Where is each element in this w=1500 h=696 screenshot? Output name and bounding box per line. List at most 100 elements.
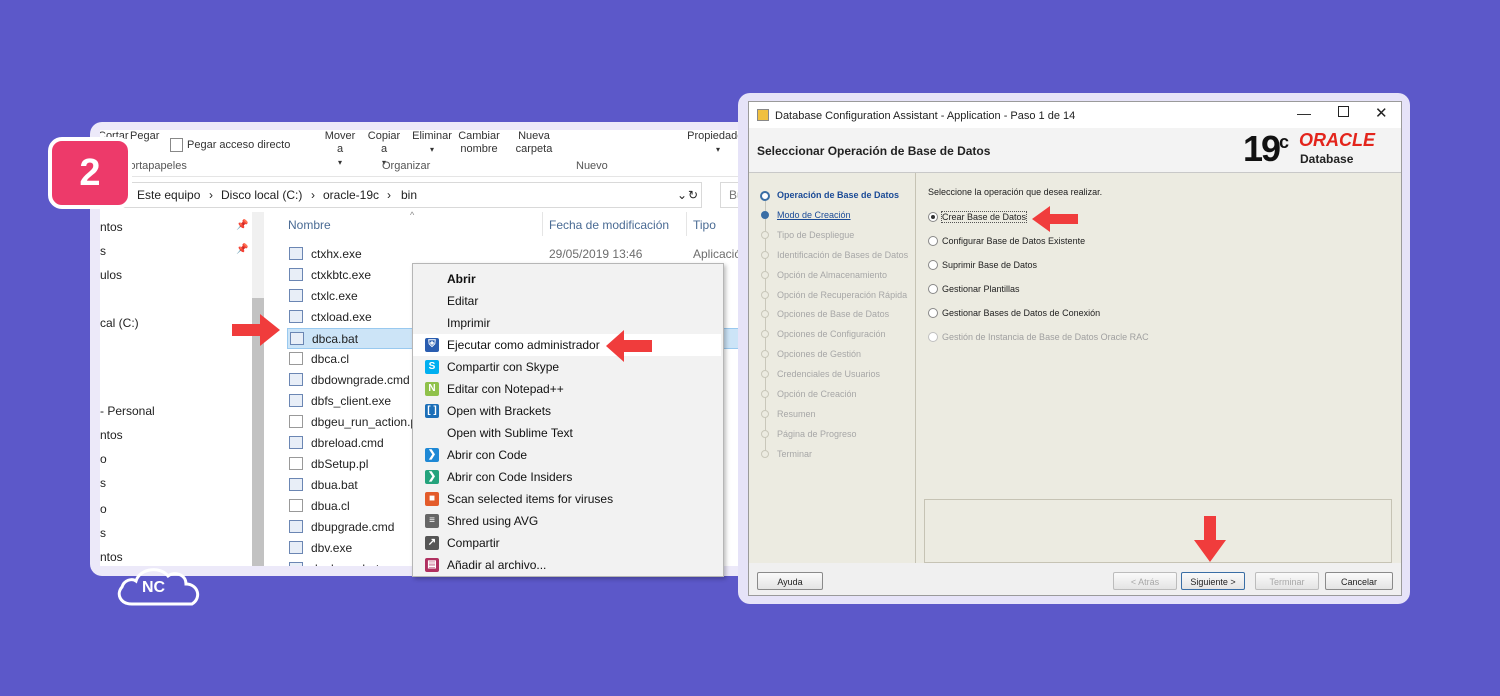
delete-button[interactable]: Eliminar ▾ (412, 130, 452, 156)
context-menu-label: Abrir con Code (447, 448, 528, 462)
maximize-icon[interactable] (1338, 106, 1349, 117)
cloud-logo: NC (114, 562, 204, 610)
radio-button[interactable] (928, 308, 938, 318)
radio-button[interactable] (928, 212, 938, 222)
file-icon (289, 310, 303, 323)
paste-button[interactable]: Pegar (130, 130, 159, 143)
context-menu-item[interactable]: Imprimir (413, 312, 721, 334)
file-date: 29/05/2019 13:46 (549, 247, 643, 261)
vscode-insiders-icon: ❯ (425, 470, 439, 484)
column-header-date[interactable]: Fecha de modificación (549, 218, 669, 232)
nav-item[interactable]: s (100, 244, 106, 258)
context-menu-label: Abrir (447, 272, 476, 286)
nav-item[interactable]: o (100, 452, 107, 466)
arrow-left-icon (1032, 206, 1078, 232)
file-name: dbca.bat (312, 332, 359, 346)
radio-button[interactable] (928, 236, 938, 246)
context-menu-item[interactable]: ⛨ Ejecutar como administrador (413, 334, 721, 356)
context-menu-item[interactable]: ❯ Abrir con Code (413, 444, 721, 466)
chevron-right-icon: › (387, 188, 391, 202)
radio-button[interactable] (928, 332, 938, 342)
rename-button[interactable]: Cambiar nombre (456, 130, 502, 156)
nav-item-local-disk[interactable]: cal (C:) (100, 316, 139, 330)
nav-item[interactable]: ulos (100, 268, 122, 282)
cancel-button[interactable]: Cancelar (1325, 572, 1393, 590)
steps-pane: Operación de Base de Datos Modo de Creaci… (749, 173, 916, 563)
file-name: dbdowngrade.cmd (311, 373, 410, 387)
next-button[interactable]: Siguiente > (1181, 572, 1245, 590)
context-menu-item[interactable]: Abrir (413, 268, 721, 290)
radio-button[interactable] (928, 260, 938, 270)
context-menu-item[interactable]: ≡ Shred using AVG (413, 510, 721, 532)
file-icon (289, 562, 303, 566)
context-menu-item[interactable]: [ ] Open with Brackets (413, 400, 721, 422)
file-name: dbSetup.pl (311, 457, 369, 471)
context-menu-item[interactable]: ↗ Compartir (413, 532, 721, 554)
column-header-type[interactable]: Tipo (693, 218, 716, 232)
close-icon[interactable]: ✕ (1375, 104, 1388, 122)
refresh-icon[interactable]: ↻ (688, 188, 698, 202)
context-menu-label: Compartir con Skype (447, 360, 560, 374)
file-icon (289, 268, 303, 281)
file-row[interactable]: ctxhx.exe 29/05/2019 13:46 Aplicación (287, 244, 748, 265)
chevron-down-icon[interactable]: ⌄ (677, 188, 687, 202)
pin-icon: 📌 (236, 220, 249, 231)
file-icon (289, 478, 303, 491)
brackets-icon: [ ] (425, 404, 439, 418)
sort-up-icon: ^ (410, 210, 415, 220)
move-to-button[interactable]: Mover a ▾ (322, 130, 358, 169)
file-name: ctxhx.exe (311, 247, 362, 261)
title-bar: Database Configuration Assistant - Appli… (749, 102, 1401, 128)
step-marker-icon (761, 370, 769, 379)
step-item: Resumen (777, 408, 816, 419)
nav-item[interactable]: o (100, 502, 107, 516)
context-menu-item[interactable]: ■ Scan selected items for viruses (413, 488, 721, 510)
oracle-logo: ORACLE (1299, 130, 1375, 150)
file-icon (289, 457, 303, 470)
breadcrumb-oracle[interactable]: oracle-19c (323, 188, 379, 202)
context-menu-item[interactable]: S Compartir con Skype (413, 356, 721, 378)
column-header-name[interactable]: Nombre (288, 218, 331, 232)
arrow-left-icon (606, 330, 652, 362)
breadcrumb-this-pc[interactable]: Este equipo (137, 188, 200, 202)
paste-shortcut-button[interactable]: Pegar acceso directo (170, 138, 290, 152)
file-icon (289, 289, 303, 302)
context-menu-item[interactable]: ▤ Añadir al archivo... (413, 554, 721, 576)
breadcrumb-local-disk[interactable]: Disco local (C:) (221, 188, 302, 202)
help-button[interactable]: Ayuda (757, 572, 823, 590)
breadcrumb-bin[interactable]: bin (401, 188, 417, 202)
step-marker-icon (761, 210, 769, 219)
context-menu-item[interactable]: Editar (413, 290, 721, 312)
context-menu-label: Scan selected items for viruses (447, 492, 614, 506)
context-menu-item[interactable]: Open with Sublime Text (413, 422, 721, 444)
file-name: ctxlc.exe (311, 289, 358, 303)
step-item: Opciones de Gestión (777, 349, 862, 360)
step-item: Opciones de Configuración (777, 329, 886, 340)
new-folder-button[interactable]: Nueva carpeta (514, 130, 554, 156)
step-marker-icon (761, 449, 769, 458)
step-item[interactable]: Modo de Creación (777, 210, 851, 220)
oracle-version: 19c (1243, 128, 1289, 169)
back-button[interactable]: < Atrás (1113, 572, 1177, 590)
step-marker-icon (761, 290, 769, 299)
nav-item[interactable]: s (100, 476, 106, 490)
nav-item-onedrive[interactable]: - Personal (100, 404, 155, 418)
clipboard-icon (170, 138, 183, 152)
context-menu-item[interactable]: ❯ Abrir con Code Insiders (413, 466, 721, 488)
address-bar[interactable]: › Este equipo › Disco local (C:) › oracl… (100, 182, 702, 208)
ribbon: Cortar Pegar Pegar acceso directo Mover … (100, 130, 750, 177)
radio-button[interactable] (928, 284, 938, 294)
nav-item[interactable]: ntos (100, 220, 123, 234)
step-marker-icon (761, 250, 769, 259)
step-item: Opción de Recuperación Rápida (777, 289, 908, 300)
step-badge: 2 (48, 137, 132, 209)
context-menu-item[interactable]: N Editar con Notepad++ (413, 378, 721, 400)
file-icon (289, 394, 303, 407)
oracle-product: Database (1300, 152, 1354, 166)
nav-item[interactable]: s (100, 526, 106, 540)
finish-button[interactable]: Terminar (1255, 572, 1319, 590)
minimize-icon[interactable]: — (1297, 105, 1311, 121)
share-icon: ↗ (425, 536, 439, 550)
nav-item[interactable]: ntos (100, 428, 123, 442)
context-menu-label: Open with Brackets (447, 404, 552, 418)
